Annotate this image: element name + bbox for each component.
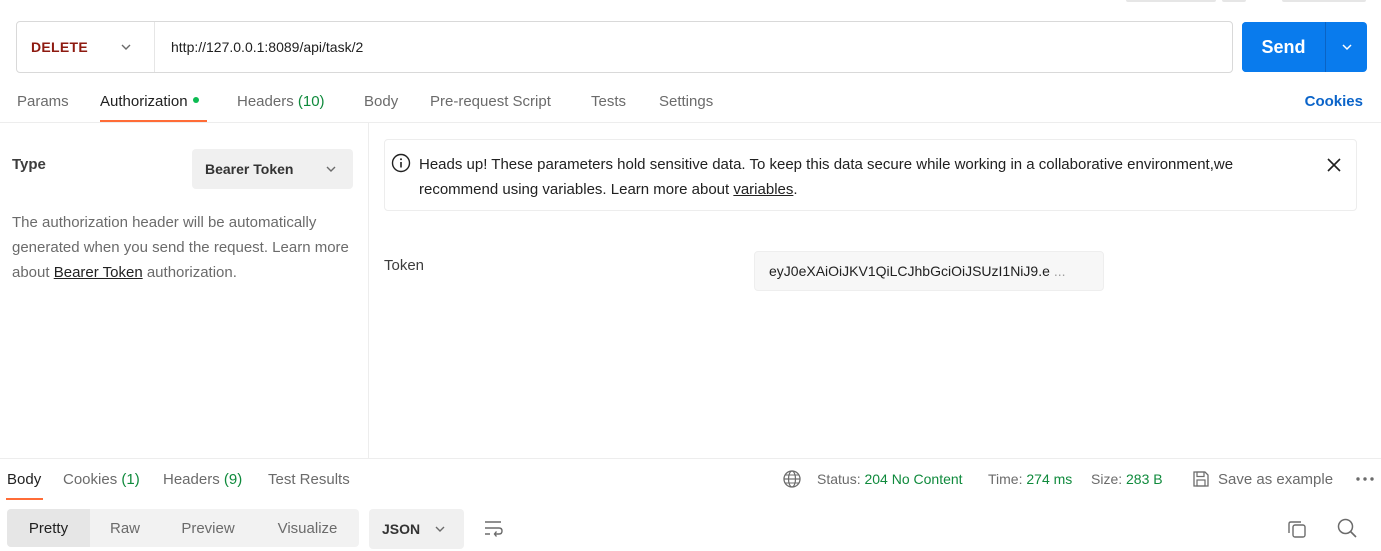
response-cookies-count: (1) [121,471,140,488]
chevron-down-icon [121,44,131,50]
auth-type-select[interactable]: Bearer Token [192,149,353,189]
view-raw[interactable]: Raw [90,509,160,547]
token-label: Token [384,257,425,274]
variables-link[interactable]: variables [733,181,793,198]
chevron-down-icon [326,166,336,172]
chevron-down-icon [1341,44,1352,51]
chevron-down-icon [435,526,445,532]
wrap-lines-icon[interactable] [483,518,505,538]
response-tab-cookies[interactable]: Cookies (1) [63,471,140,488]
view-visualize[interactable]: Visualize [256,509,359,547]
tab-tests[interactable]: Tests [591,93,626,110]
auth-type-label: Type [12,156,46,173]
cookies-link[interactable]: Cookies [1305,93,1363,110]
response-format-value: JSON [382,521,421,537]
response-time: Time: 274 ms [988,471,1072,487]
response-headers-label: Headers [163,471,220,488]
tab-params[interactable]: Params [17,93,69,110]
response-tab-test-results[interactable]: Test Results [268,471,350,488]
response-status: Status: 204 No Content [817,471,963,487]
top-fragment [1282,0,1366,2]
url-input[interactable] [155,22,1232,72]
request-tabs: Params Authorization Headers (10) Body P… [0,82,1381,123]
send-options-dropdown[interactable] [1326,22,1367,72]
more-options-icon[interactable] [1355,472,1375,486]
size-value: 283 B [1126,471,1163,487]
top-fragment [1126,0,1216,2]
response-headers-count: (9) [223,471,243,488]
method-label: DELETE [31,39,89,55]
active-indicator-dot [192,97,199,104]
auth-description: The authorization header will be automat… [12,210,357,285]
time-label: Time: [988,471,1023,487]
tab-headers[interactable]: Headers (10) [237,93,325,110]
save-as-example-button[interactable]: Save as example [1218,471,1333,488]
view-preview[interactable]: Preview [160,509,256,547]
tab-authorization-label: Authorization [100,93,188,110]
size-label: Size: [1091,471,1123,487]
response-size: Size: 283 B [1091,471,1163,487]
response-active-underline [6,498,43,500]
notice-message: Heads up! These parameters hold sensitiv… [419,156,1234,198]
sensitive-data-notice: Heads up! These parameters hold sensitiv… [384,139,1357,211]
send-button-group: Send [1242,22,1367,72]
save-icon [1193,471,1209,487]
token-input[interactable]: eyJ0eXAiOiJKV1QiLCJhbGciOiJSUzI1NiJ9.e..… [754,251,1104,291]
response-tab-headers[interactable]: Headers (9) [163,471,242,488]
close-icon[interactable] [1326,157,1342,173]
top-strip [0,0,1381,4]
status-label: Status: [817,471,861,487]
auth-type-value: Bearer Token [205,161,294,177]
response-tab-body[interactable]: Body [7,471,41,488]
globe-icon[interactable] [782,469,802,489]
tab-settings[interactable]: Settings [659,93,713,110]
auth-description-suffix: authorization. [142,264,237,281]
request-url-bar: DELETE [16,21,1233,73]
notice-text: Heads up! These parameters hold sensitiv… [419,152,1299,202]
tab-headers-label: Headers [237,93,294,110]
method-select[interactable]: DELETE [17,22,155,72]
send-button[interactable]: Send [1242,22,1326,72]
tab-pre-request-script[interactable]: Pre-request Script [430,93,551,110]
response-cookies-label: Cookies [63,471,118,488]
response-tabs-bar: Body Cookies (1) Headers (9) Test Result… [0,458,1381,500]
top-fragment [1222,0,1246,2]
notice-suffix: . [793,181,798,198]
response-format-select[interactable]: JSON [369,509,464,549]
token-ellipsis: ... [1053,263,1066,279]
headers-count: (10) [297,93,325,110]
response-view-switcher: Pretty Raw Preview Visualize [7,509,359,547]
view-pretty[interactable]: Pretty [7,509,90,547]
bearer-token-link[interactable]: Bearer Token [54,264,143,281]
auth-type-panel: Type Bearer Token The authorization head… [0,123,369,458]
active-tab-underline [100,120,207,122]
token-value: eyJ0eXAiOiJKV1QiLCJhbGciOiJSUzI1NiJ9.e [769,263,1050,279]
tab-authorization[interactable]: Authorization [100,93,199,110]
time-value: 274 ms [1026,471,1073,487]
status-value: 204 No Content [864,471,963,487]
info-icon [391,153,411,173]
search-icon[interactable] [1336,517,1358,539]
tab-body[interactable]: Body [364,93,398,110]
copy-icon[interactable] [1286,518,1308,540]
